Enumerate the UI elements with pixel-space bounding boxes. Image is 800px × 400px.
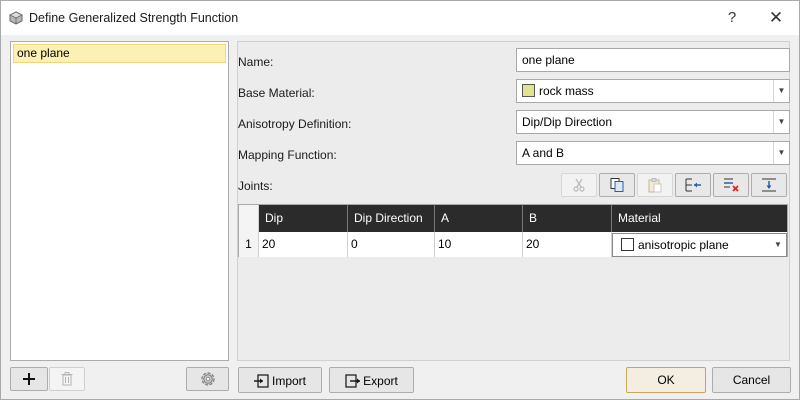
close-button[interactable]: ✕ xyxy=(761,7,791,29)
help-button[interactable]: ? xyxy=(717,7,747,29)
chevron-down-icon[interactable]: ▼ xyxy=(773,142,789,164)
cell-dip[interactable]: 20 xyxy=(259,232,348,257)
export-icon xyxy=(345,374,361,388)
row-header[interactable]: 1 xyxy=(239,232,259,257)
mapping-select[interactable]: A and B ▼ xyxy=(516,141,790,165)
table-corner[interactable] xyxy=(239,205,259,232)
material-value: anisotropic plane xyxy=(621,234,729,256)
anisotropy-select[interactable]: Dip/Dip Direction ▼ xyxy=(516,110,790,134)
column-header-b[interactable]: B xyxy=(523,205,612,232)
base-material-select[interactable]: rock mass ▼ xyxy=(516,79,790,103)
copy-button[interactable] xyxy=(599,173,635,197)
add-row-icon xyxy=(762,178,776,192)
material-text: anisotropic plane xyxy=(638,238,729,252)
column-header-dip[interactable]: Dip xyxy=(259,205,348,232)
delete-button[interactable] xyxy=(49,367,85,391)
cell-dip-direction[interactable]: 0 xyxy=(348,232,435,257)
settings-button[interactable] xyxy=(186,367,229,391)
cell-material-select[interactable]: anisotropic plane ▼ xyxy=(612,233,787,257)
dialog-window: Define Generalized Strength Function ? ✕… xyxy=(0,0,800,400)
plus-icon xyxy=(23,373,35,385)
app-icon xyxy=(9,11,23,25)
paste-button[interactable] xyxy=(637,173,673,197)
joints-table: Dip Dip Direction A B Material 1 20 0 10… xyxy=(238,204,788,257)
cut-icon xyxy=(573,178,585,192)
name-input[interactable]: one plane xyxy=(516,48,790,72)
mapping-label: Mapping Function: xyxy=(238,148,337,162)
gear-icon xyxy=(200,372,215,386)
chevron-down-icon[interactable]: ▼ xyxy=(773,80,789,102)
material-color-swatch xyxy=(522,84,535,97)
cell-b[interactable]: 20 xyxy=(523,232,612,257)
joints-label: Joints: xyxy=(238,179,273,193)
base-material-value: rock mass xyxy=(522,80,594,102)
chevron-down-icon[interactable]: ▼ xyxy=(770,234,786,256)
name-label: Name: xyxy=(238,55,274,69)
anisotropy-value: Dip/Dip Direction xyxy=(522,115,613,129)
import-button[interactable]: Import xyxy=(238,367,322,393)
base-material-text: rock mass xyxy=(539,84,594,98)
list-item[interactable]: one plane xyxy=(13,44,226,63)
cancel-button[interactable]: Cancel xyxy=(712,367,791,393)
copy-icon xyxy=(610,178,624,192)
trash-icon xyxy=(61,372,73,386)
paste-icon xyxy=(648,178,662,193)
add-button[interactable] xyxy=(10,367,48,391)
column-header-a[interactable]: A xyxy=(435,205,523,232)
import-icon xyxy=(253,374,269,388)
function-list[interactable]: one plane xyxy=(10,41,229,361)
base-material-label: Base Material: xyxy=(238,86,315,100)
insert-row-button[interactable] xyxy=(675,173,711,197)
cut-button[interactable] xyxy=(561,173,597,197)
delete-row-button[interactable] xyxy=(713,173,749,197)
title-bar: Define Generalized Strength Function ? ✕ xyxy=(1,1,799,35)
mapping-value: A and B xyxy=(522,146,565,160)
column-header-dip-direction[interactable]: Dip Direction xyxy=(348,205,435,232)
export-label: Export xyxy=(363,373,398,388)
ok-button[interactable]: OK xyxy=(626,367,706,393)
window-title: Define Generalized Strength Function xyxy=(29,11,239,25)
insert-row-icon xyxy=(685,178,701,192)
column-header-material[interactable]: Material xyxy=(612,205,787,232)
add-row-button[interactable] xyxy=(751,173,787,197)
chevron-down-icon[interactable]: ▼ xyxy=(773,111,789,133)
anisotropy-label: Anisotropy Definition: xyxy=(238,117,352,131)
export-button[interactable]: Export xyxy=(329,367,414,393)
material-color-swatch xyxy=(621,238,634,251)
import-label: Import xyxy=(271,373,306,388)
delete-row-icon xyxy=(724,178,739,192)
cell-a[interactable]: 10 xyxy=(435,232,523,257)
